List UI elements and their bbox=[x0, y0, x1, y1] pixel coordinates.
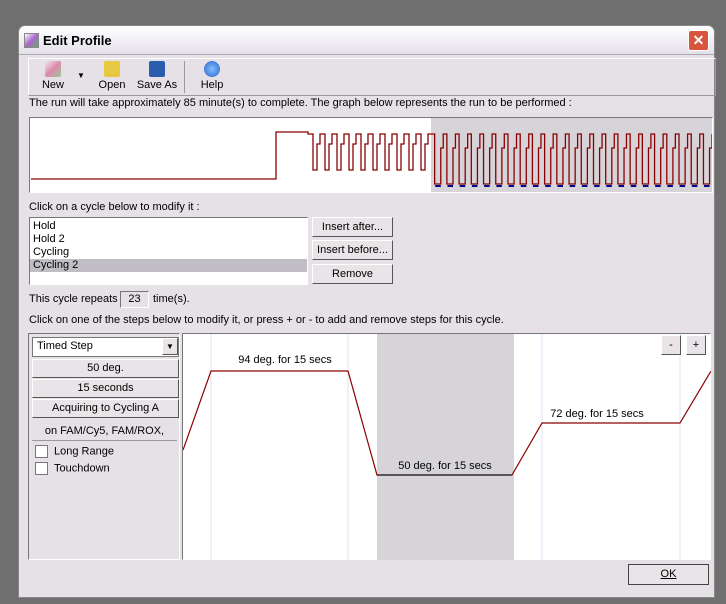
cycle-prompt: Click on a cycle below to modify it : bbox=[29, 201, 200, 213]
cycle-list-item[interactable]: Hold 2 bbox=[30, 233, 307, 246]
step-graph-canvas bbox=[183, 334, 711, 560]
toolbar-separator bbox=[184, 61, 185, 93]
new-button[interactable]: New bbox=[37, 61, 69, 91]
remove-button[interactable]: Remove bbox=[312, 264, 393, 284]
run-summary: The run will take approximately 85 minut… bbox=[29, 97, 572, 109]
chevron-down-icon[interactable]: ▼ bbox=[162, 338, 178, 355]
title-bar: Edit Profile ✕ bbox=[19, 26, 714, 55]
selected-step-region bbox=[377, 334, 514, 560]
checkbox-box[interactable] bbox=[35, 462, 48, 475]
step-editor-panel: Timed Step ▼ 50 deg. 15 seconds Acquirin… bbox=[28, 333, 180, 560]
touchdown-label: Touchdown bbox=[54, 462, 110, 475]
toolbar: New ▼ Open Save As Help bbox=[28, 58, 716, 96]
close-button[interactable]: ✕ bbox=[688, 30, 709, 51]
open-label: Open bbox=[98, 79, 126, 91]
repeat-count-field[interactable]: 23 bbox=[120, 291, 149, 308]
cycle-list-item[interactable]: Hold bbox=[30, 220, 307, 233]
cycle-list-item[interactable]: Cycling 2 bbox=[30, 259, 307, 272]
steps-prompt: Click on one of the steps below to modif… bbox=[29, 314, 504, 326]
acquiring-button[interactable]: Acquiring to Cycling A bbox=[32, 399, 179, 418]
step-graph[interactable]: 94 deg. for 15 secs 50 deg. for 15 secs … bbox=[182, 333, 711, 560]
insert-before-button[interactable]: Insert before... bbox=[312, 240, 393, 260]
window-title: Edit Profile bbox=[43, 33, 112, 48]
help-icon bbox=[204, 61, 220, 77]
help-label: Help bbox=[200, 79, 224, 91]
step-type-value: Timed Step bbox=[37, 340, 93, 352]
repeat-prefix: This cycle repeats bbox=[29, 293, 118, 305]
save-as-button[interactable]: Save As bbox=[135, 61, 179, 91]
repeat-suffix: time(s). bbox=[153, 293, 190, 305]
step-label[interactable]: 72 deg. for 15 secs bbox=[535, 408, 659, 420]
channels-text: on FAM/Cy5, FAM/ROX, bbox=[32, 420, 177, 441]
touchdown-checkbox[interactable]: Touchdown bbox=[35, 462, 110, 475]
help-button[interactable]: Help bbox=[197, 61, 227, 91]
temperature-button[interactable]: 50 deg. bbox=[32, 359, 179, 378]
selected-cycle-region bbox=[431, 118, 712, 192]
cycle-list-item[interactable]: Cycling bbox=[30, 246, 307, 259]
insert-after-button[interactable]: Insert after... bbox=[312, 217, 393, 237]
new-label: New bbox=[41, 79, 64, 91]
run-overview-graph bbox=[29, 117, 713, 193]
app-icon bbox=[24, 33, 39, 48]
open-folder-icon bbox=[104, 61, 120, 77]
long-range-label: Long Range bbox=[54, 445, 114, 458]
new-dropdown-arrow-icon[interactable]: ▼ bbox=[77, 71, 85, 80]
open-button[interactable]: Open bbox=[95, 61, 129, 91]
add-step-button[interactable]: + bbox=[686, 335, 706, 355]
checkbox-box[interactable] bbox=[35, 445, 48, 458]
save-icon bbox=[149, 61, 165, 77]
long-range-checkbox[interactable]: Long Range bbox=[35, 445, 114, 458]
step-label[interactable]: 50 deg. for 15 secs bbox=[383, 460, 507, 472]
step-label[interactable]: 94 deg. for 15 secs bbox=[225, 354, 345, 366]
step-type-select[interactable]: Timed Step ▼ bbox=[32, 337, 179, 357]
remove-step-button[interactable]: - bbox=[661, 335, 681, 355]
cycle-list[interactable]: Hold Hold 2 Cycling Cycling 2 bbox=[29, 217, 308, 285]
save-as-label: Save As bbox=[136, 79, 178, 91]
duration-button[interactable]: 15 seconds bbox=[32, 379, 179, 398]
ok-button[interactable]: OK bbox=[628, 564, 709, 585]
new-icon bbox=[45, 61, 61, 77]
